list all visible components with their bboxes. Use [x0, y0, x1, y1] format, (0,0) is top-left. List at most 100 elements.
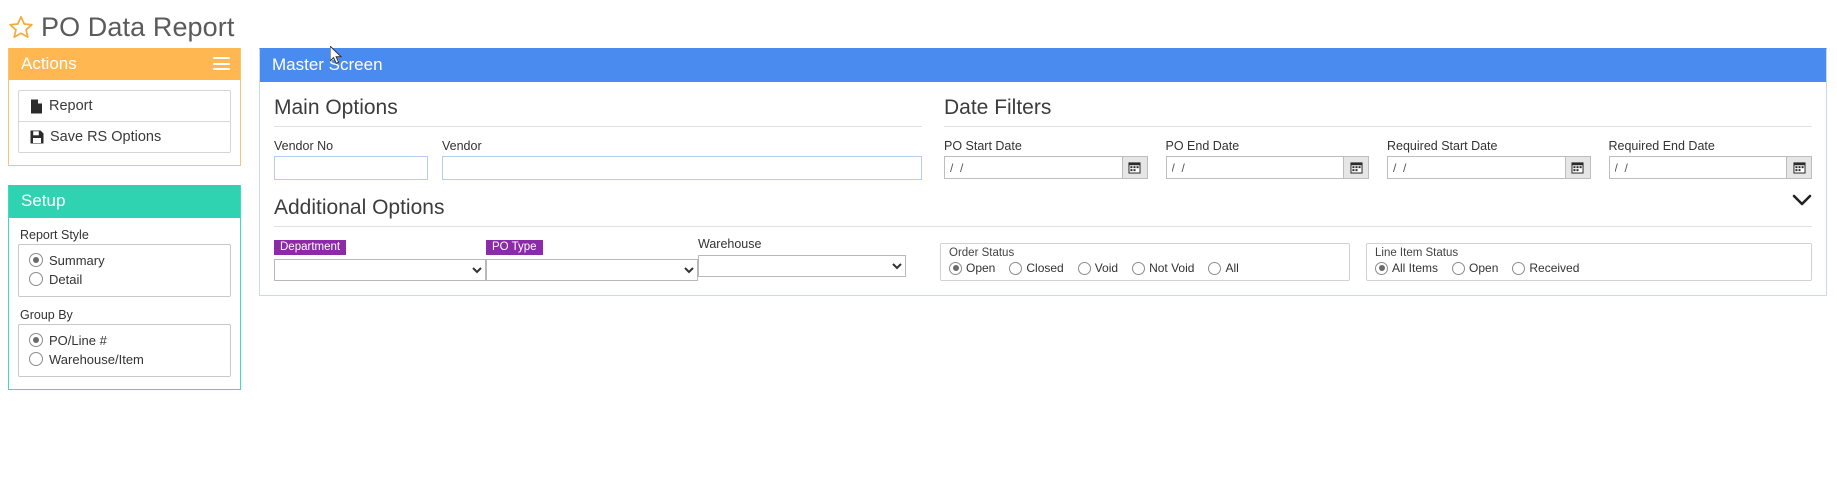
po-start-date-label: PO Start Date	[944, 139, 1022, 153]
vendor-no-field: Vendor No	[274, 139, 428, 180]
master-screen-body: Main Options Vendor No Vendor Date Filte…	[260, 82, 1826, 295]
required-start-date-calendar-button[interactable]	[1564, 156, 1591, 179]
main-options-section: Main Options Vendor No Vendor	[274, 96, 922, 180]
order-status-options: Open Closed Void Not Void All	[949, 261, 1341, 275]
vendor-no-input[interactable]	[274, 156, 428, 180]
required-start-date-field: Required Start Date	[1387, 139, 1591, 179]
po-type-field: PO Type	[486, 237, 698, 281]
radio-order-not-void[interactable]	[1132, 261, 1146, 275]
warehouse-field: Warehouse	[698, 237, 906, 281]
vendor-no-label: Vendor No	[274, 139, 334, 153]
group-by-group: Group By PO/Line # Warehouse/Item	[18, 308, 231, 377]
po-start-date-field: PO Start Date	[944, 139, 1148, 179]
line-item-status-option-all-items-label: All Items	[1392, 261, 1439, 275]
po-start-date-calendar-button[interactable]	[1121, 156, 1148, 179]
date-filters-section: Date Filters PO Start Date / / PO End Da…	[944, 96, 1812, 179]
save-rs-options-label: Save RS Options	[50, 129, 162, 146]
setup-panel-header: Setup	[9, 185, 240, 218]
main-options-fields: Vendor No Vendor	[274, 139, 922, 180]
order-status-option-closed-label: Closed	[1026, 261, 1064, 275]
additional-options-row: Department PO Type Warehouse Order Statu…	[274, 237, 1812, 281]
line-item-status-group: Line Item Status All Items Open Received	[1366, 243, 1812, 281]
line-item-status-option-open-label: Open	[1469, 261, 1499, 275]
additional-options-selects: Department PO Type Warehouse	[274, 237, 922, 281]
save-floppy-icon	[30, 130, 44, 144]
radio-order-open[interactable]	[949, 261, 962, 275]
po-type-select[interactable]	[486, 259, 698, 281]
group-by-options: PO/Line # Warehouse/Item	[18, 323, 231, 377]
po-start-date-input[interactable]	[944, 156, 1122, 179]
order-status-option-not-void[interactable]: Not Void	[1132, 261, 1194, 275]
hamburger-icon[interactable]	[213, 57, 230, 71]
setup-panel: Setup Report Style Summary Detail Group …	[8, 185, 241, 390]
required-end-date-input[interactable]	[1608, 156, 1786, 179]
chevron-down-icon[interactable]	[1792, 194, 1812, 207]
warehouse-select[interactable]	[698, 255, 906, 277]
line-item-status-option-all-items[interactable]: All Items	[1375, 261, 1438, 275]
radio-po-line[interactable]	[29, 333, 43, 347]
report-style-option-summary-label: Summary	[49, 252, 105, 268]
radio-detail[interactable]	[29, 272, 43, 286]
radio-warehouse-item[interactable]	[29, 352, 43, 366]
page-layout: Actions Report Save RS Options Setup Rep…	[0, 48, 1837, 390]
line-item-status-label: Line Item Status	[1375, 247, 1459, 259]
date-filter-fields: PO Start Date / / PO End Date / / Requir…	[944, 139, 1812, 179]
po-type-badge: PO Type	[486, 240, 543, 255]
order-status-option-not-void-label: Not Void	[1149, 261, 1195, 275]
file-icon	[31, 99, 42, 114]
group-by-label: Group By	[20, 307, 73, 322]
required-end-date-calendar-button[interactable]	[1786, 156, 1812, 179]
vendor-field: Vendor	[442, 139, 922, 180]
calendar-icon	[1349, 162, 1363, 174]
radio-line-received[interactable]	[1512, 261, 1526, 275]
order-status-option-open-label: Open	[966, 261, 996, 275]
master-screen-header: Master Screen	[260, 49, 1826, 82]
page-header: PO Data Report	[0, 0, 1837, 48]
master-screen-title: Master Screen	[272, 55, 383, 74]
group-by-option-warehouse-item-label: Warehouse/Item	[49, 351, 144, 367]
order-status-group: Order Status Open Closed Void Not Void A…	[940, 243, 1350, 281]
report-style-option-detail[interactable]: Detail	[29, 270, 222, 289]
radio-summary[interactable]	[29, 253, 43, 267]
group-by-option-po-line[interactable]: PO/Line #	[29, 331, 222, 350]
required-start-date-input[interactable]	[1387, 156, 1565, 179]
required-start-date-label: Required Start Date	[1387, 139, 1498, 153]
department-badge: Department	[274, 240, 347, 255]
master-screen-panel: Master Screen Main Options Vendor No Ven…	[259, 48, 1827, 296]
page-title: PO Data Report	[41, 11, 235, 42]
order-status-option-all[interactable]: All	[1208, 261, 1239, 275]
actions-panel-body: Report Save RS Options	[9, 80, 240, 165]
actions-panel-header: Actions	[9, 48, 240, 81]
po-end-date-input[interactable]	[1165, 156, 1343, 179]
additional-options-section: Additional Options Department PO Type Wa…	[274, 196, 1812, 281]
report-style-option-summary[interactable]: Summary	[29, 251, 222, 270]
department-select[interactable]	[274, 259, 486, 281]
radio-order-all[interactable]	[1208, 261, 1222, 275]
additional-options-title: Additional Options	[274, 196, 1812, 227]
order-status-option-all-label: All	[1225, 261, 1239, 275]
line-item-status-option-open[interactable]: Open	[1452, 261, 1498, 275]
radio-line-all-items[interactable]	[1375, 261, 1388, 275]
radio-line-open[interactable]	[1452, 261, 1466, 275]
radio-order-void[interactable]	[1077, 261, 1091, 275]
date-filters-title: Date Filters	[944, 96, 1812, 127]
order-status-label: Order Status	[949, 247, 1015, 259]
line-item-status-option-received[interactable]: Received	[1512, 261, 1579, 275]
order-status-option-closed[interactable]: Closed	[1009, 261, 1064, 275]
group-by-option-warehouse-item[interactable]: Warehouse/Item	[29, 350, 222, 369]
vendor-input[interactable]	[442, 156, 922, 180]
report-style-option-detail-label: Detail	[49, 271, 83, 287]
left-sidebar: Actions Report Save RS Options Setup Rep…	[8, 48, 241, 390]
radio-order-closed[interactable]	[1009, 261, 1023, 275]
calendar-icon	[1571, 162, 1584, 174]
line-item-status-option-received-label: Received	[1529, 261, 1580, 275]
po-end-date-calendar-button[interactable]	[1343, 156, 1369, 179]
order-status-option-open[interactable]: Open	[949, 261, 995, 275]
save-rs-options-button[interactable]: Save RS Options	[19, 122, 230, 153]
star-outline-icon[interactable]	[8, 14, 34, 40]
actions-list: Report Save RS Options	[18, 90, 231, 154]
report-button-label: Report	[49, 98, 93, 115]
top-sections-row: Main Options Vendor No Vendor Date Filte…	[274, 96, 1812, 180]
report-button[interactable]: Report	[19, 91, 230, 123]
order-status-option-void[interactable]: Void	[1077, 261, 1118, 275]
